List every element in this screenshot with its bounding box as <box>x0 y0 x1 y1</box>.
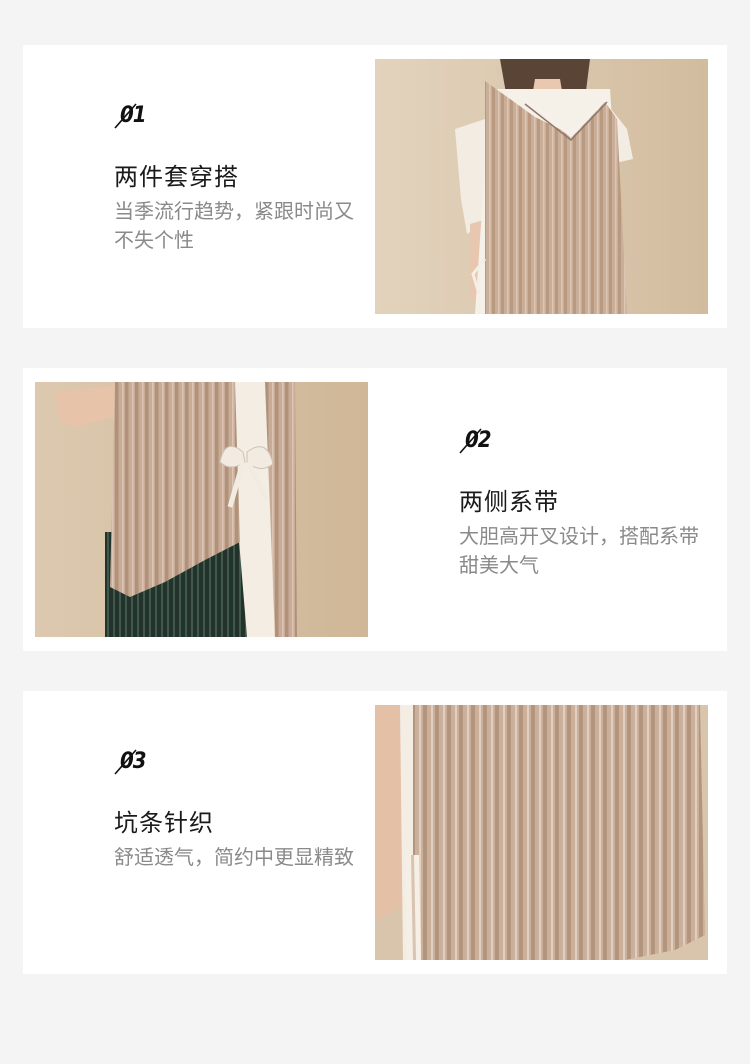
feature-title: 坑条针织 <box>114 809 214 837</box>
feature-text-2: 02 两侧系带 大胆高开叉设计，搭配系带甜美大气 <box>459 426 709 580</box>
feature-description: 舒适透气，简约中更显精致 <box>114 845 354 869</box>
product-detail-page: 01 两件套穿搭 当季流行趋势，紧跟时尚又不失个性 02 两侧系带 大胆高开叉设… <box>0 0 750 1064</box>
feature-card-3: 03 坑条针织 舒适透气，简约中更显精致 <box>23 691 727 974</box>
feature-number-mark-1: 01 <box>114 101 154 131</box>
feature-text-1: 01 两件套穿搭 当季流行趋势，紧跟时尚又不失个性 <box>114 101 364 255</box>
feature-number: 03 <box>120 749 147 774</box>
feature-description: 大胆高开叉设计，搭配系带甜美大气 <box>459 524 699 577</box>
feature-number-mark-3: 03 <box>114 747 154 777</box>
feature-text-3: 03 坑条针织 舒适透气，简约中更显精致 <box>114 747 364 872</box>
feature-card-2: 02 两侧系带 大胆高开叉设计，搭配系带甜美大气 <box>23 368 727 651</box>
side-tie-bow-photo <box>35 382 368 637</box>
feature-number: 02 <box>465 428 492 453</box>
feature-card-1: 01 两件套穿搭 当季流行趋势，紧跟时尚又不失个性 <box>23 45 727 328</box>
feature-title: 两件套穿搭 <box>114 163 239 191</box>
vest-over-tshirt-photo <box>375 59 708 314</box>
feature-description: 当季流行趋势，紧跟时尚又不失个性 <box>114 199 354 252</box>
feature-number: 01 <box>120 103 147 128</box>
feature-title: 两侧系带 <box>459 488 559 516</box>
ribbed-knit-closeup-photo <box>375 705 708 960</box>
feature-number-mark-2: 02 <box>459 426 499 456</box>
